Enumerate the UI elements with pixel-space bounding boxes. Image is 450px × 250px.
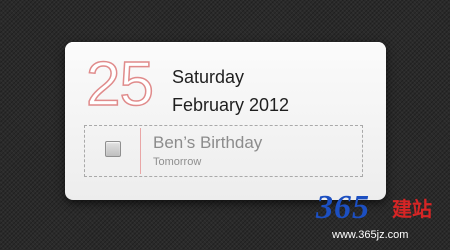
month-year-label: February 2012 bbox=[172, 95, 290, 115]
event-item[interactable]: Ben’s Birthday Tomorrow bbox=[84, 125, 363, 177]
weekday-label: Saturday bbox=[172, 67, 245, 87]
event-subtitle: Tomorrow bbox=[153, 156, 202, 168]
watermark-url: www.365jz.com bbox=[332, 229, 409, 241]
day-number: 25 bbox=[85, 49, 154, 120]
event-divider bbox=[140, 128, 141, 174]
event-title: Ben’s Birthday bbox=[153, 133, 263, 152]
calendar-widget: 25 Saturday February 2012 Ben’s Birthday… bbox=[65, 42, 386, 200]
site-watermark: 365 建站 www.365jz.com bbox=[312, 188, 446, 246]
watermark-digits: 365 bbox=[316, 189, 370, 226]
event-checkbox[interactable] bbox=[105, 141, 121, 157]
watermark-cn-text: 建站 bbox=[392, 199, 432, 221]
